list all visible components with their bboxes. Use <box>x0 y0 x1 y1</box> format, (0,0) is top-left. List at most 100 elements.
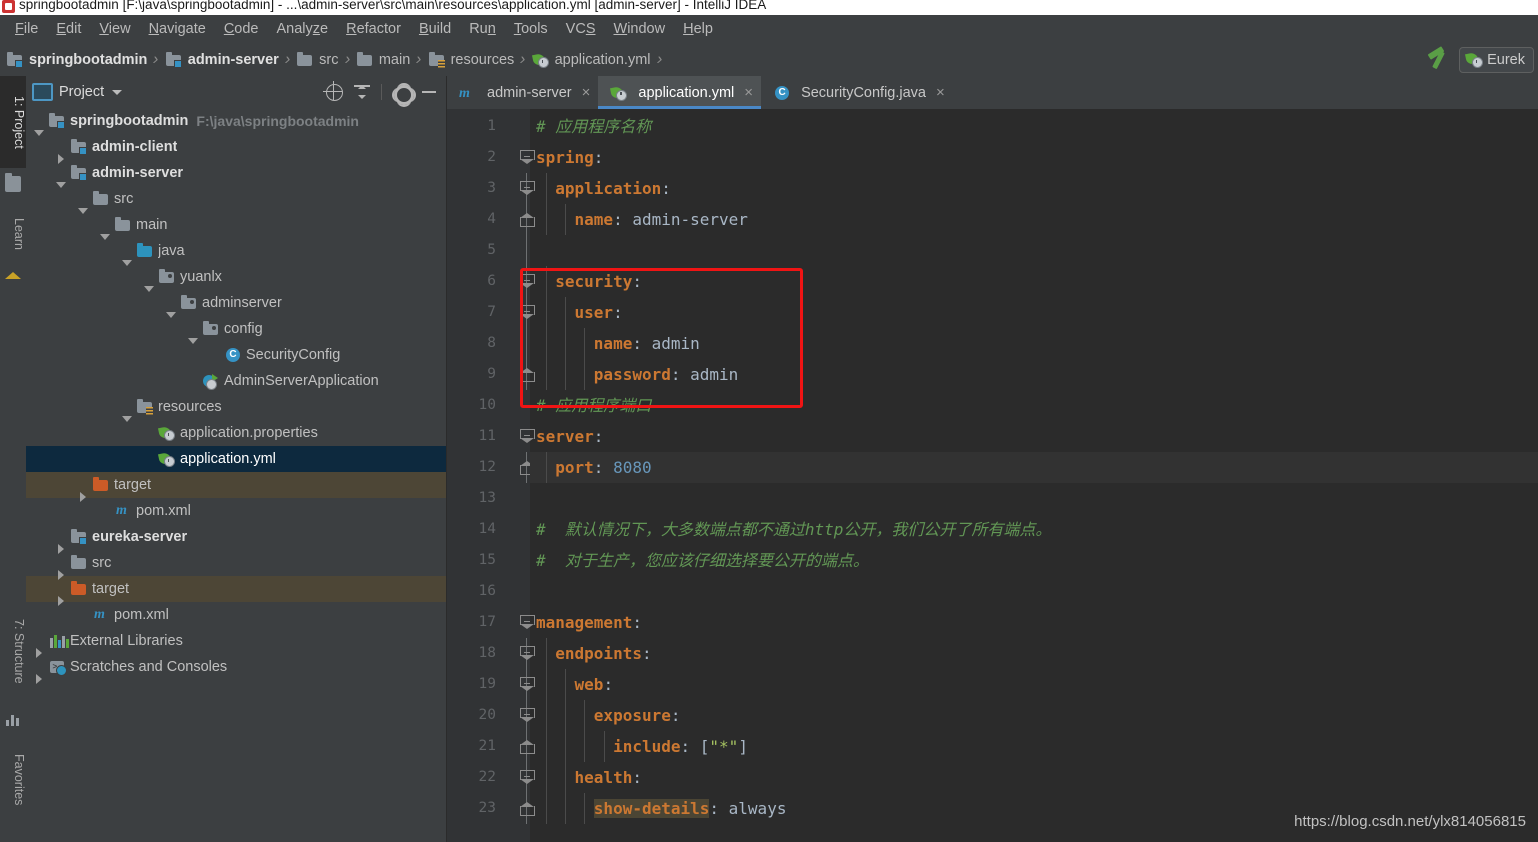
breadcrumb-item-main[interactable]: main <box>356 52 410 68</box>
indent-guide <box>584 700 586 731</box>
tree-item-main[interactable]: main <box>26 212 446 240</box>
menu-item-view[interactable]: View <box>90 18 139 40</box>
menu-item-edit[interactable]: Edit <box>47 18 90 40</box>
spring-yaml-icon <box>531 52 550 68</box>
tree-item-application-properties[interactable]: application.properties <box>26 420 446 446</box>
breadcrumb-item-src[interactable]: src <box>296 52 339 68</box>
code-line-16[interactable] <box>530 576 1538 607</box>
tree-item-scratches-and-consoles[interactable]: >_Scratches and Consoles <box>26 654 446 684</box>
chevron-down-icon[interactable] <box>112 89 123 95</box>
run-configuration-selector[interactable]: Eurek <box>1459 47 1534 73</box>
sidebar-tab-structure[interactable]: 7: Structure <box>0 596 26 706</box>
code-line-18[interactable]: endpoints: <box>530 638 1538 669</box>
tree-item-pom-xml[interactable]: m pom.xml <box>26 602 446 628</box>
menu-item-tools[interactable]: Tools <box>505 18 557 40</box>
close-icon[interactable]: × <box>936 85 945 100</box>
code-line-22[interactable]: health: <box>530 762 1538 793</box>
code-line-12[interactable]: port: 8080 <box>530 452 1538 483</box>
breadcrumb-item-application-yml[interactable]: application.yml <box>531 52 651 68</box>
toolbar-right: Eurek <box>1425 44 1538 76</box>
menu-item-refactor[interactable]: Refactor <box>337 18 410 40</box>
code-line-14[interactable]: # 默认情况下，大多数端点都不通过http公开，我们公开了所有端点。 <box>530 514 1538 545</box>
code-editor[interactable]: 1 2 3 4 5 6 7 8 9 10 11 12 13 14 15 16 17 18 19 20 21 22 23 # … <box>447 109 1538 842</box>
indent-guide <box>546 297 547 328</box>
collapse-all-icon[interactable] <box>349 79 375 105</box>
tree-item-target[interactable]: target <box>26 576 446 606</box>
tree-item-admin-server[interactable]: admin-server <box>26 160 446 188</box>
code-line-19[interactable]: web: <box>530 669 1538 700</box>
code-line-5[interactable] <box>530 235 1538 266</box>
code-line-21[interactable]: include: ["*"] <box>530 731 1538 762</box>
tree-item-yuanlx[interactable]: yuanlx <box>26 264 446 292</box>
code-line-3[interactable]: application: <box>530 173 1538 204</box>
menu-item-run[interactable]: Run <box>460 18 505 40</box>
code-line-6[interactable]: security: <box>530 266 1538 297</box>
breadcrumb-item-admin-server[interactable]: admin-server <box>165 52 279 68</box>
tree-item-pom-xml[interactable]: m pom.xml <box>26 498 446 524</box>
token-punct: : <box>632 613 642 632</box>
tree-item-target[interactable]: target <box>26 472 446 502</box>
code-line-8[interactable]: name: admin <box>530 328 1538 359</box>
menu-item-help[interactable]: Help <box>674 18 722 40</box>
indent-guide <box>546 762 547 793</box>
tree-item-eureka-server[interactable]: eureka-server <box>26 524 446 554</box>
code-line-4[interactable]: name: admin-server <box>530 204 1538 235</box>
tree-item-application-yml[interactable]: application.yml <box>26 446 446 472</box>
code-line-17[interactable]: management: <box>530 607 1538 638</box>
code-text-area[interactable]: # 应用程序名称 spring: application: name: admin… <box>530 109 1538 842</box>
project-tree[interactable]: springbootadmin F:\java\springbootadmin ad… <box>26 108 446 842</box>
menu-item-code[interactable]: Code <box>215 18 268 40</box>
tree-item-securityconfig[interactable]: C SecurityConfig <box>26 342 446 368</box>
tree-item-admin-client[interactable]: admin-client <box>26 134 446 164</box>
code-line-10[interactable]: # 应用程序端口 <box>530 390 1538 421</box>
code-line-15[interactable]: # 对于生产，您应该仔细选择要公开的端点。 <box>530 545 1538 576</box>
tree-item-label: target <box>92 581 130 597</box>
hide-minimize-icon[interactable] <box>416 79 442 105</box>
line-number: 14 <box>478 521 496 537</box>
tree-item-src[interactable]: src <box>26 550 446 580</box>
tree-item-label: application.yml <box>180 451 276 467</box>
breadcrumb-item-resources[interactable]: resources <box>428 52 514 68</box>
editor-tab-admin-server[interactable]: m admin-server × <box>447 76 598 109</box>
code-line-1[interactable]: # 应用程序名称 <box>530 111 1538 142</box>
tree-item-adminserverapplication[interactable]: AdminServerApplication <box>26 368 446 394</box>
menu-item-build[interactable]: Build <box>410 18 460 40</box>
code-line-2[interactable]: spring: <box>530 142 1538 173</box>
tree-item-springbootadmin[interactable]: springbootadmin F:\java\springbootadmin <box>26 108 446 136</box>
excluded-folder-icon <box>70 581 88 597</box>
breadcrumb-label: admin-server <box>187 52 279 68</box>
tree-item-java[interactable]: java <box>26 238 446 266</box>
code-line-9[interactable]: password: admin <box>530 359 1538 390</box>
editor-gutter[interactable]: 1 2 3 4 5 6 7 8 9 10 11 12 13 14 15 16 17 18 19 20 21 22 23 <box>447 109 535 842</box>
code-line-11[interactable]: server: <box>530 421 1538 452</box>
sidebar-tab-learn[interactable]: Learn <box>0 202 26 266</box>
code-line-7[interactable]: user: <box>530 297 1538 328</box>
editor-tab-application-yml[interactable]: application.yml × <box>598 76 762 109</box>
tree-item-src[interactable]: src <box>26 186 446 214</box>
tree-item-external-libraries[interactable]: External Libraries <box>26 628 446 658</box>
breadcrumb-item-springbootadmin[interactable]: springbootadmin <box>6 52 147 68</box>
menu-item-navigate[interactable]: Navigate <box>140 18 215 40</box>
tree-item-resources[interactable]: resources <box>26 394 446 422</box>
token-key: application <box>555 179 662 198</box>
menu-item-analyze[interactable]: Analyze <box>268 18 338 40</box>
tree-item-adminserver[interactable]: adminserver <box>26 290 446 318</box>
gear-icon[interactable] <box>388 79 414 105</box>
sidebar-tab-favorites[interactable]: Favorites <box>0 740 26 820</box>
tree-item-config[interactable]: config <box>26 316 446 344</box>
sidebar-tab-project[interactable]: 1: Project <box>0 76 26 168</box>
token-key: web <box>574 675 604 694</box>
tree-item-label: SecurityConfig <box>246 347 341 363</box>
token-number: 8080 <box>613 458 652 477</box>
line-number: 11 <box>478 428 496 444</box>
code-line-20[interactable]: exposure: <box>530 700 1538 731</box>
code-line-13[interactable] <box>530 483 1538 514</box>
locate-target-icon[interactable] <box>321 79 347 105</box>
menu-item-file[interactable]: File <box>6 18 47 40</box>
editor-tab-securityconfig-java[interactable]: C SecurityConfig.java × <box>761 76 953 109</box>
menu-item-vcs[interactable]: VCS <box>557 18 605 40</box>
hammer-icon[interactable] <box>1425 48 1451 72</box>
close-icon[interactable]: × <box>744 85 753 100</box>
menu-item-window[interactable]: Window <box>605 18 675 40</box>
close-icon[interactable]: × <box>582 85 591 100</box>
